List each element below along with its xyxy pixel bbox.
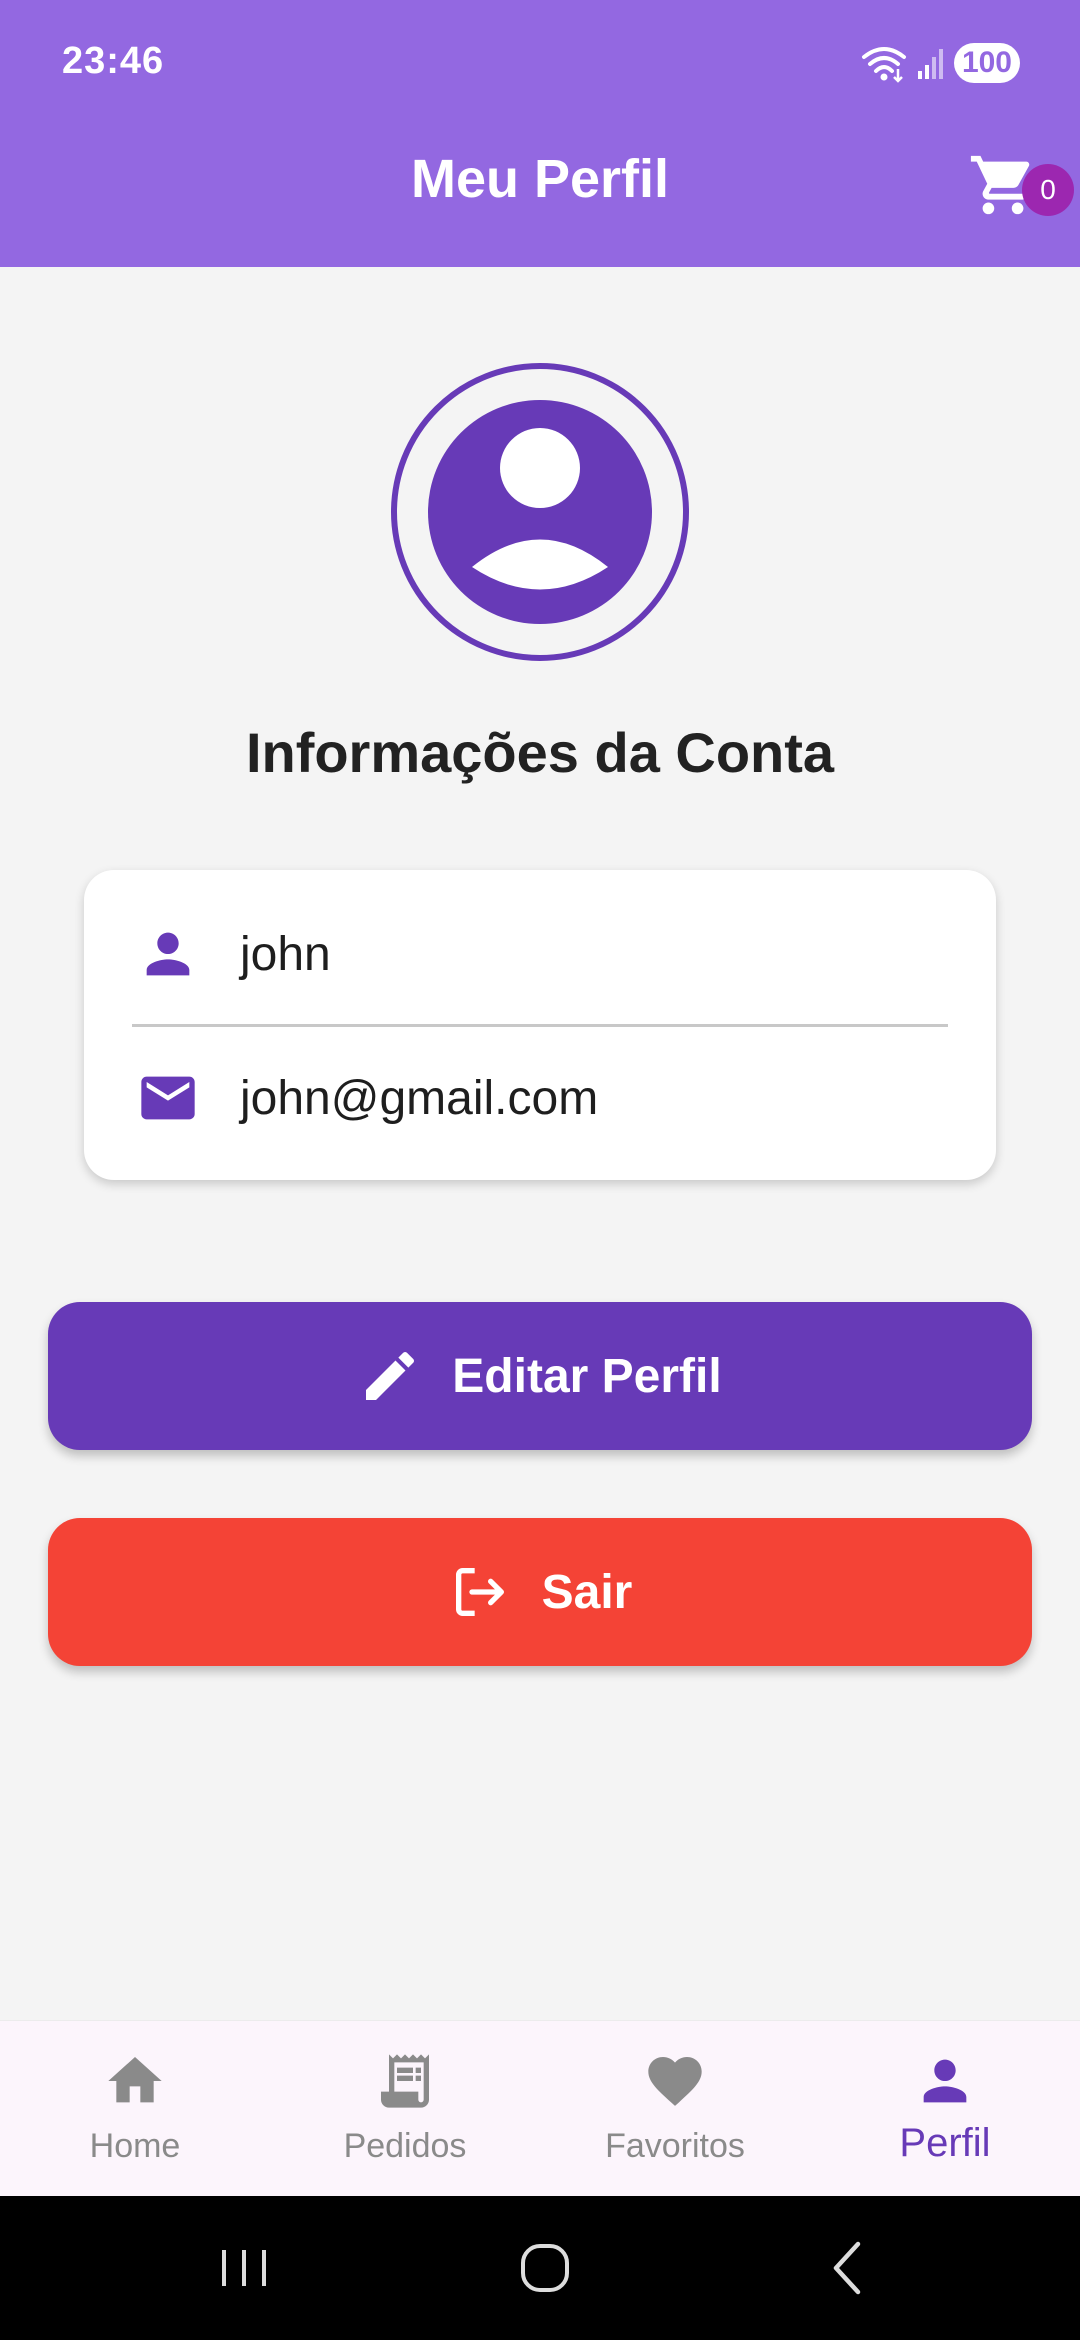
nav-label-favoritos: Favoritos bbox=[605, 2127, 745, 2165]
account-circle-icon bbox=[391, 363, 689, 661]
edit-profile-button[interactable]: Editar Perfil bbox=[48, 1302, 1032, 1450]
logout-label: Sair bbox=[541, 1565, 633, 1619]
nav-label-perfil: Perfil bbox=[899, 2121, 991, 2165]
username-row: john bbox=[84, 884, 996, 1024]
app-header: 23:46 100 Meu Perfil bbox=[0, 0, 1080, 267]
logout-icon bbox=[455, 1568, 504, 1616]
status-time: 23:46 bbox=[62, 40, 165, 82]
back-icon[interactable] bbox=[808, 2232, 888, 2304]
heart-icon bbox=[648, 2057, 702, 2106]
pencil-icon bbox=[366, 1351, 415, 1400]
nav-item-perfil[interactable]: Perfil bbox=[810, 2021, 1080, 2197]
nav-item-home[interactable]: Home bbox=[0, 2021, 270, 2197]
page-title: Meu Perfil bbox=[410, 149, 670, 209]
nav-item-favoritos[interactable]: Favoritos bbox=[540, 2021, 810, 2197]
logout-button[interactable]: Sair bbox=[48, 1518, 1032, 1666]
recent-apps-icon[interactable] bbox=[204, 2232, 284, 2304]
nav-label-pedidos: Pedidos bbox=[343, 2127, 467, 2165]
nav-item-pedidos[interactable]: Pedidos bbox=[270, 2021, 540, 2197]
account-info-card: john john@gmail.com bbox=[84, 870, 996, 1180]
home-button-icon[interactable] bbox=[505, 2232, 585, 2304]
cart-count-badge: 0 bbox=[1022, 164, 1074, 216]
signal-icon bbox=[917, 49, 943, 79]
person-icon bbox=[146, 932, 190, 976]
receipt-icon bbox=[381, 2054, 429, 2108]
person-icon bbox=[923, 2059, 967, 2103]
system-nav-bar bbox=[0, 2196, 1080, 2340]
nav-label-home: Home bbox=[89, 2127, 181, 2165]
edit-profile-label: Editar Perfil bbox=[452, 1349, 722, 1403]
mail-icon bbox=[141, 1076, 195, 1120]
email-value: john@gmail.com bbox=[240, 1071, 599, 1125]
bottom-nav: Home Pedidos Favoritos Perfil bbox=[0, 2020, 1080, 2197]
account-info-title: Informações da Conta bbox=[245, 721, 835, 784]
status-icons: 100 bbox=[860, 40, 1020, 86]
username-value: john bbox=[240, 927, 331, 981]
divider bbox=[132, 1024, 948, 1027]
home-icon bbox=[108, 2057, 162, 2103]
wifi-icon bbox=[861, 47, 906, 83]
email-row: john@gmail.com bbox=[84, 1028, 996, 1168]
battery-icon: 100 bbox=[953, 43, 1020, 83]
